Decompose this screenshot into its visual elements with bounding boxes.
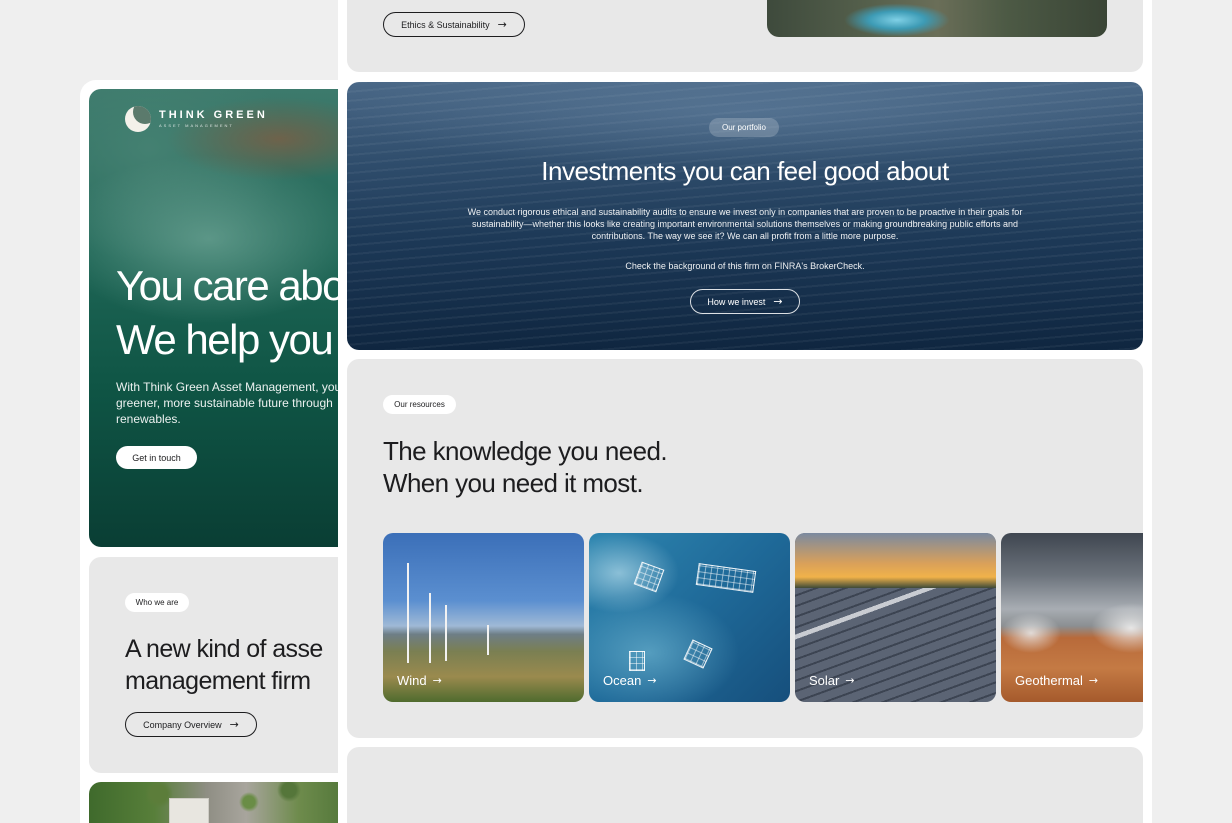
arrow-right-icon: → — [845, 674, 855, 687]
back-page-preview: THINK GREEN ASSET MANAGEMENT You care ab… — [80, 80, 350, 823]
tile-label-text: Wind — [397, 673, 427, 688]
sunset-sky — [795, 533, 996, 588]
resources-title: The knowledge you need. When you need it… — [383, 435, 668, 499]
wind-turbine-shape — [445, 605, 447, 661]
floating-solar-shape — [683, 639, 713, 669]
who-we-are-section: Who we are A new kind of asse management… — [89, 557, 350, 773]
arrow-right-icon: → — [773, 295, 783, 308]
portfolio-pill: Our portfolio — [709, 118, 779, 137]
tile-label-text: Solar — [809, 673, 840, 688]
wind-turbine-shape — [429, 593, 431, 663]
arrow-right-icon: → — [647, 674, 657, 687]
ethics-sustainability-button[interactable]: Ethics & Sustainability → — [383, 12, 525, 37]
get-in-touch-button[interactable]: Get in touch — [116, 446, 197, 469]
portfolio-title: Investments you can feel good about — [541, 156, 949, 186]
hero-section: THINK GREEN ASSET MANAGEMENT You care ab… — [89, 89, 350, 547]
resources-title-line-1: The knowledge you need. — [383, 436, 668, 466]
tile-label-text: Geothermal — [1015, 673, 1083, 688]
main-page-preview: Ethics & Sustainability → Our portfolio … — [338, 0, 1152, 823]
next-section-placeholder — [347, 747, 1143, 823]
tile-label-wind: Wind → — [397, 673, 442, 688]
resource-tile-wind[interactable]: Wind → — [383, 533, 584, 702]
moon-logo-icon — [125, 106, 151, 132]
tile-label-ocean: Ocean → — [603, 673, 657, 688]
hero-title-line-1: You care abo — [116, 262, 346, 309]
tile-label-solar: Solar → — [809, 673, 855, 688]
river-aerial-image — [767, 0, 1107, 37]
brand-logo[interactable]: THINK GREEN ASSET MANAGEMENT — [125, 106, 268, 132]
aerial-building-image — [89, 782, 350, 823]
brand-tagline: ASSET MANAGEMENT — [159, 123, 234, 128]
resource-tile-geothermal[interactable]: Geothermal → — [1001, 533, 1143, 702]
floating-solar-shape — [629, 651, 645, 671]
floating-solar-shape — [633, 561, 665, 593]
who-title-line-2: management firm — [125, 667, 311, 695]
portfolio-section: Our portfolio Investments you can feel g… — [347, 82, 1143, 350]
ethics-section: Ethics & Sustainability → — [347, 0, 1143, 72]
wind-turbine-shape — [487, 625, 489, 655]
resources-pill: Our resources — [383, 395, 456, 414]
tile-label-geothermal: Geothermal → — [1015, 673, 1098, 688]
who-title-line-1: A new kind of asse — [125, 635, 323, 663]
brokercheck-text[interactable]: Check the background of this firm on FIN… — [347, 261, 1143, 271]
resource-tile-ocean[interactable]: Ocean → — [589, 533, 790, 702]
who-we-are-pill: Who we are — [125, 593, 189, 612]
ethics-button-label: Ethics & Sustainability — [401, 19, 490, 30]
arrow-right-icon: → — [1088, 674, 1099, 687]
how-we-invest-button[interactable]: How we invest → — [690, 289, 800, 314]
resource-tile-solar[interactable]: Solar → — [795, 533, 996, 702]
portfolio-description: We conduct rigorous ethical and sustaina… — [467, 207, 1023, 241]
hero-title-line-2: We help you — [116, 316, 334, 363]
brand-name: THINK GREEN — [159, 109, 268, 121]
company-overview-label: Company Overview — [143, 719, 222, 730]
how-we-invest-label: How we invest — [707, 296, 766, 307]
arrow-right-icon: → — [497, 18, 507, 31]
resources-title-line-2: When you need it most. — [383, 468, 644, 498]
hero-title: You care abo We help you — [116, 259, 350, 367]
resources-section: Our resources The knowledge you need. Wh… — [347, 359, 1143, 738]
company-overview-button[interactable]: Company Overview → — [125, 712, 257, 737]
who-we-are-title: A new kind of asse management firm — [125, 633, 350, 697]
floating-solar-shape — [695, 563, 757, 593]
arrow-right-icon: → — [229, 718, 239, 731]
arrow-right-icon: → — [432, 674, 442, 687]
hero-description: With Think Green Asset Management, you g… — [116, 380, 342, 426]
wind-turbine-shape — [407, 563, 409, 663]
tile-label-text: Ocean — [603, 673, 642, 688]
